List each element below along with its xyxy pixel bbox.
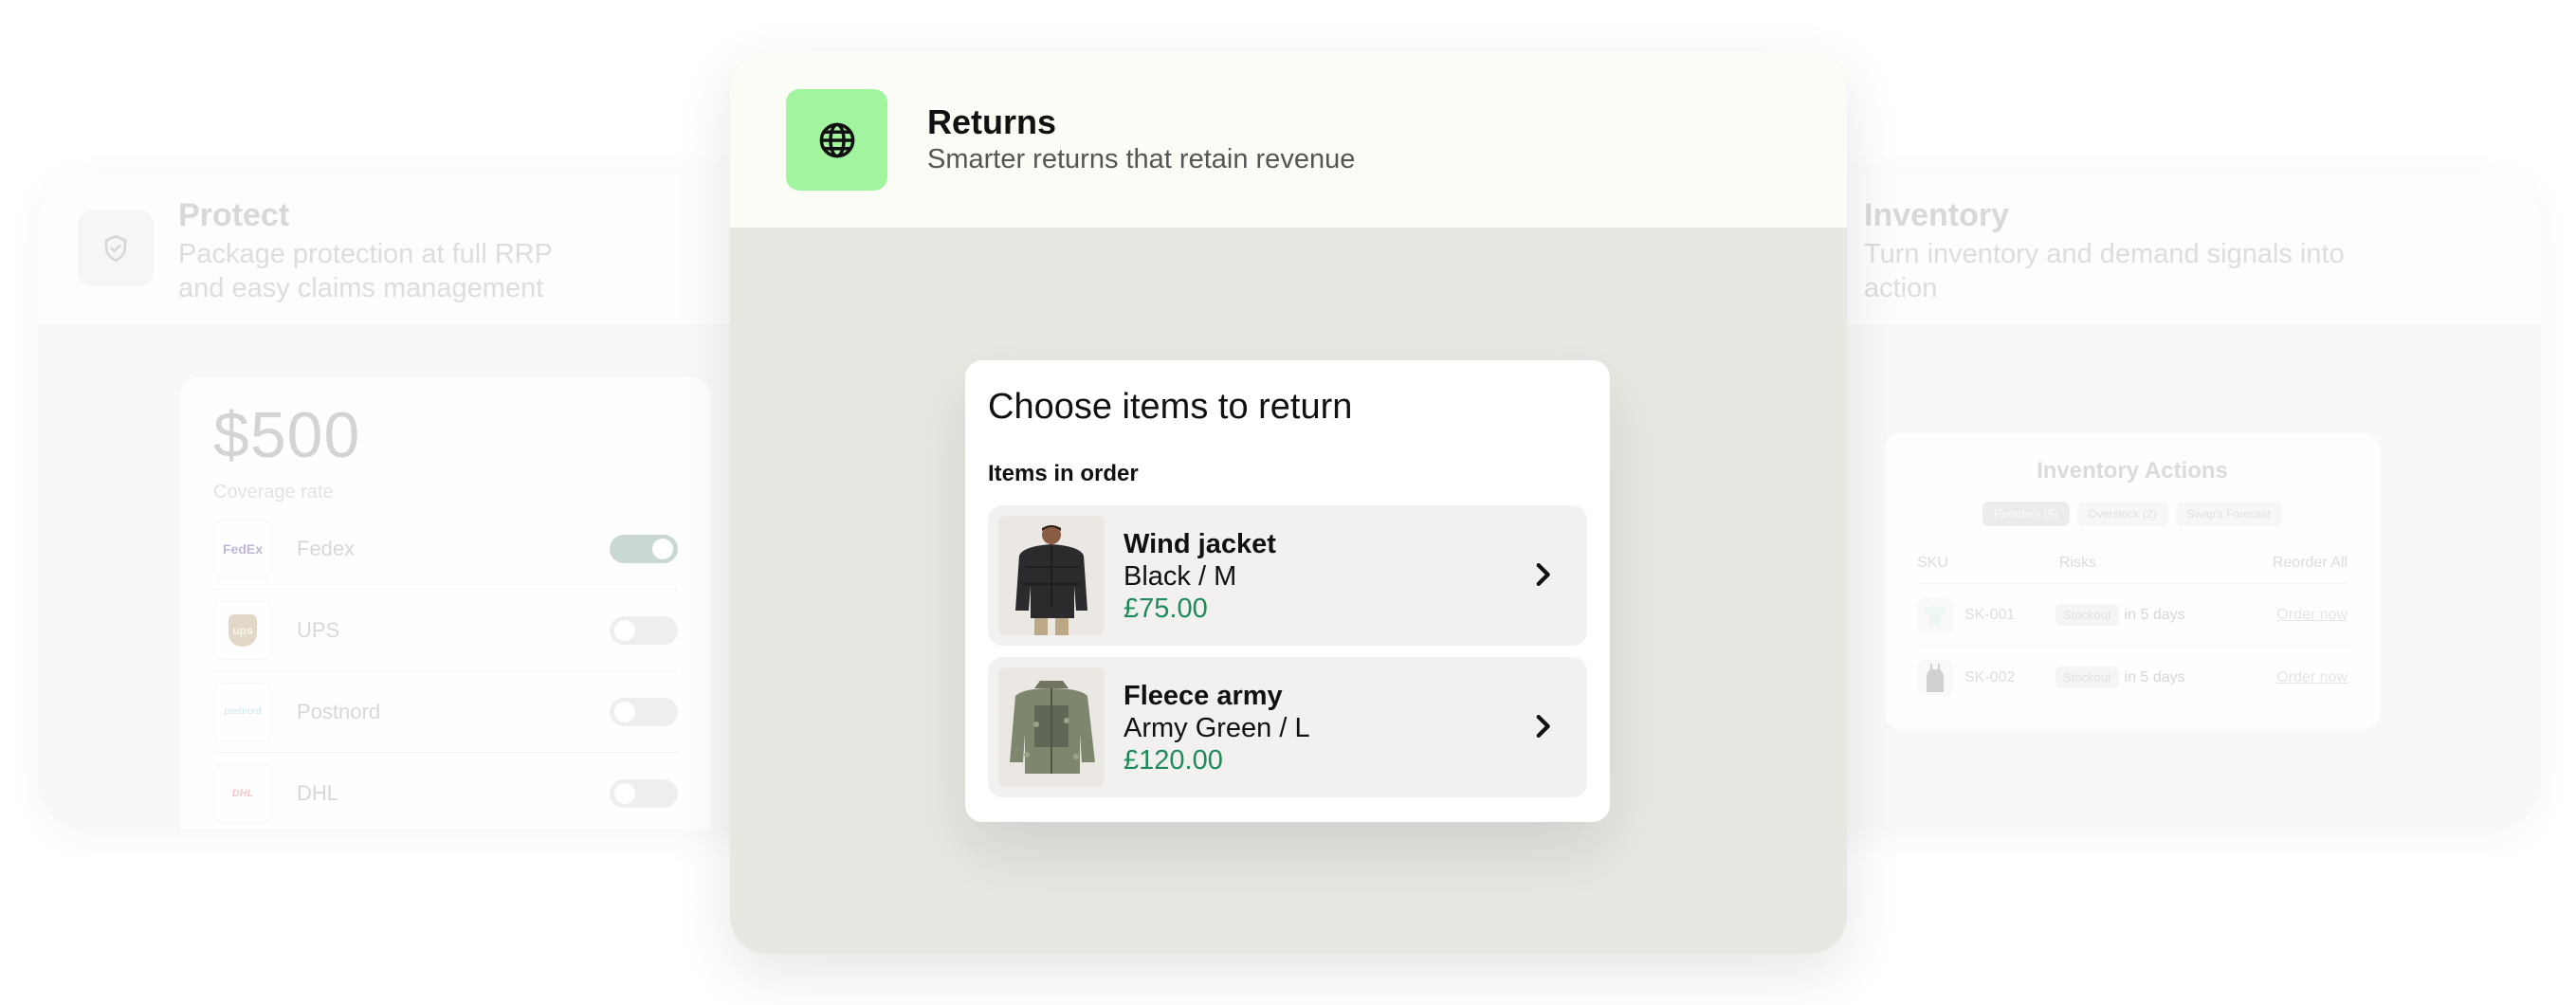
carrier-row-fedex: FedEx Fedex [213, 508, 678, 590]
column-sku: SKU [1917, 555, 1948, 571]
protect-subtitle-line1: Package protection at full RRP [178, 239, 553, 269]
postnord-toggle[interactable] [610, 697, 678, 726]
chevron-right-icon [1536, 562, 1550, 587]
carrier-row-postnord: postnord Postnord [213, 671, 678, 753]
stockout-badge: Stockout [2055, 667, 2119, 688]
postnord-logo: postnord [213, 682, 272, 741]
inventory-card: Inventory Turn inventory and demand sign… [1754, 171, 2541, 830]
returns-subtitle: Smarter returns that retain revenue [927, 144, 1356, 174]
inventory-subtitle-line1: Turn inventory and demand signals into [1864, 239, 2345, 269]
return-item-wind-jacket[interactable]: Wind jacket Black / M £75.00 [988, 505, 1587, 646]
risk-text: in 5 days [2124, 606, 2185, 623]
modal-title: Choose items to return [988, 387, 1353, 427]
item-variant: Army Green / L [1124, 713, 1310, 743]
inventory-tabs: Reorders (5) Overstock (2) Swap's Foreca… [1885, 502, 2380, 526]
fedex-logo: FedEx [213, 519, 272, 578]
shield-check-icon [78, 210, 154, 286]
item-variant: Black / M [1124, 561, 1237, 592]
protect-card: Protect Package protection at full RRP a… [38, 171, 834, 830]
item-price: £75.00 [1124, 594, 1208, 624]
returns-card: Returns Smarter returns that retain reve… [730, 51, 1847, 954]
item-price: £120.00 [1124, 745, 1223, 776]
fleece-army-photo [998, 667, 1105, 787]
tab-overstock[interactable]: Overstock (2) [2076, 502, 2168, 526]
tab-forecast[interactable]: Swap's Forecast [2175, 502, 2282, 526]
risk-text: in 5 days [2124, 668, 2185, 685]
stockout-badge: Stockout [2055, 604, 2119, 626]
coverage-amount: $500 [213, 399, 361, 471]
dhl-logo: DHL [213, 763, 272, 823]
table-row: SK-001 Stockout in 5 days Order now [1917, 583, 2348, 646]
shirt-thumbnail [1917, 596, 1953, 633]
wind-jacket-photo [998, 516, 1105, 635]
chevron-right-icon [1536, 714, 1550, 739]
returns-header [730, 51, 1847, 228]
tank-top-thumbnail [1917, 659, 1953, 696]
order-now-link[interactable]: Order now [2276, 607, 2348, 624]
order-now-link[interactable]: Order now [2276, 669, 2348, 686]
carrier-row-dhl: DHL DHL [213, 753, 678, 830]
returns-title: Returns [927, 102, 1057, 141]
carrier-row-ups: ups UPS [213, 590, 678, 671]
ups-toggle[interactable] [610, 615, 678, 645]
carrier-name: Fedex [297, 536, 356, 560]
carrier-name: UPS [297, 617, 340, 642]
inventory-subtitle-line2: action [1864, 273, 1938, 303]
column-risks: Risks [2059, 555, 2097, 571]
sku-value: SK-001 [1964, 606, 2016, 623]
sku-value: SK-002 [1964, 668, 2016, 685]
tab-reorders[interactable]: Reorders (5) [1982, 502, 2070, 526]
inventory-actions-panel: Inventory Actions Reorders (5) Overstock… [1885, 433, 2380, 729]
item-name: Wind jacket [1124, 529, 1276, 559]
table-row: SK-002 Stockout in 5 days Order now [1917, 646, 2348, 708]
ups-logo: ups [213, 600, 272, 660]
choose-items-modal: Choose items to return Items in order Wi… [965, 360, 1610, 822]
protect-subtitle-line2: and easy claims management [178, 273, 544, 303]
carrier-name: DHL [297, 780, 339, 805]
fedex-toggle[interactable] [610, 534, 678, 563]
items-in-order-heading: Items in order [988, 461, 1139, 486]
inventory-title: Inventory [1864, 197, 2010, 233]
reorder-all-link[interactable]: Reorder All [2273, 555, 2348, 572]
dhl-toggle[interactable] [610, 778, 678, 808]
globe-icon [786, 89, 887, 191]
return-item-fleece-army[interactable]: Fleece army Army Green / L £120.00 [988, 657, 1587, 797]
item-name: Fleece army [1124, 681, 1283, 711]
coverage-panel: $500 Coverage rate FedEx Fedex ups UPS p… [180, 377, 711, 830]
coverage-label: Coverage rate [213, 482, 334, 502]
protect-title: Protect [178, 197, 290, 233]
carrier-name: Postnord [297, 699, 381, 723]
inventory-actions-title: Inventory Actions [2037, 458, 2228, 484]
